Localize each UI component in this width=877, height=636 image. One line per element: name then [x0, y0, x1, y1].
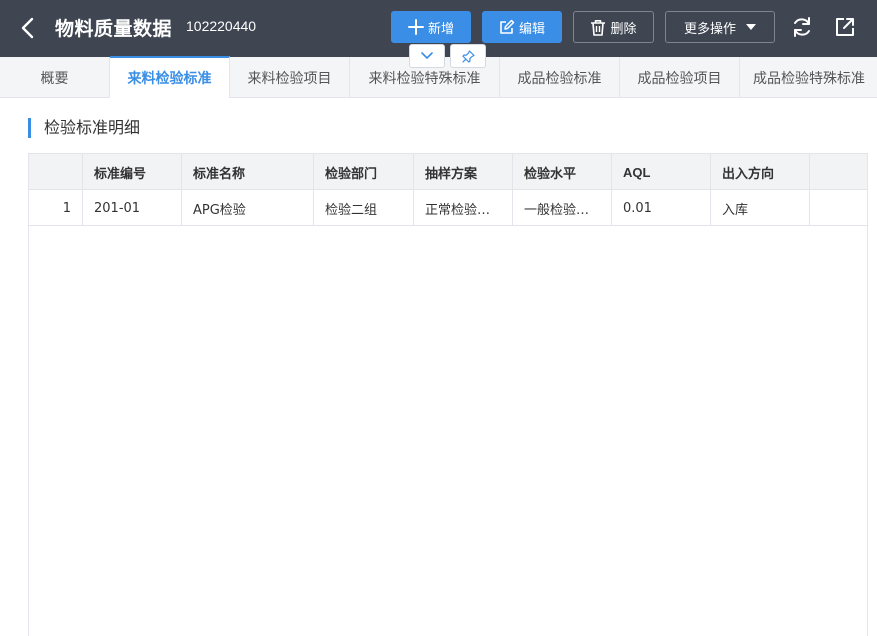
column-header[interactable]: AQL	[612, 154, 711, 190]
tab-incoming-inspection-items[interactable]: 来料检验项目	[230, 57, 350, 98]
more-actions-label: 更多操作	[683, 21, 736, 37]
inspection-standard-table: 标准编号 标准名称 检验部门 抽样方案 检验水平 AQL 出入方向 1 201-…	[28, 153, 868, 636]
chevron-down-icon	[421, 52, 433, 59]
back-icon[interactable]	[18, 16, 38, 40]
tab-finished-inspection-items[interactable]: 成品检验项目	[620, 57, 740, 98]
add-button[interactable]: 新增	[391, 11, 471, 43]
cell-aql: 0.01	[612, 190, 711, 226]
row-index: 1	[29, 190, 83, 226]
cell-inspection-level-text: 一般检验…	[524, 202, 590, 218]
tab-label: 来料检验项目	[247, 70, 332, 87]
column-header[interactable]: 标准名称	[182, 154, 314, 190]
collapse-toggle[interactable]	[409, 44, 445, 68]
column-header[interactable]: 标准编号	[83, 154, 182, 190]
export-icon[interactable]	[833, 15, 857, 39]
page-title: 物料质量数据	[55, 18, 173, 40]
pin-toggle[interactable]	[450, 44, 486, 68]
edit-button[interactable]: 编辑	[482, 11, 562, 43]
tab-label: 成品检验标准	[517, 70, 602, 87]
cell-standard-code: 201-01	[83, 190, 182, 226]
delete-button[interactable]: 删除	[573, 11, 654, 43]
caret-down-icon	[746, 24, 756, 30]
more-actions-dropdown[interactable]: 更多操作	[665, 11, 775, 43]
delete-button-label: 删除	[610, 21, 637, 37]
tab-label: 来料检验标准	[127, 71, 212, 87]
plus-icon	[407, 19, 424, 35]
tab-label: 成品检验项目	[637, 70, 722, 87]
section-title: 检验标准明细	[28, 118, 140, 138]
table-header: 标准编号 标准名称 检验部门 抽样方案 检验水平 AQL 出入方向	[29, 154, 867, 190]
tab-label: 来料检验特殊标准	[368, 70, 481, 87]
cell-sampling-plan-text: 正常检验…	[425, 202, 491, 218]
tab-label: 概要	[40, 70, 69, 87]
tab-overview[interactable]: 概要	[0, 57, 110, 98]
record-code: 102220440	[186, 18, 257, 34]
column-header[interactable]: 抽样方案	[414, 154, 513, 190]
tab-finished-inspection-standard[interactable]: 成品检验标准	[500, 57, 620, 98]
column-header-spacer	[810, 154, 867, 190]
tab-incoming-inspection-standard[interactable]: 来料检验标准	[110, 56, 230, 98]
refresh-icon[interactable]	[790, 15, 814, 39]
cell-direction: 入库	[711, 190, 810, 226]
index-header	[29, 154, 83, 190]
column-header[interactable]: 出入方向	[711, 154, 810, 190]
add-button-label: 新增	[427, 21, 454, 37]
edit-button-label: 编辑	[518, 21, 545, 37]
tab-finished-special-standard[interactable]: 成品检验特殊标准	[740, 57, 877, 98]
cell-spacer	[810, 190, 867, 226]
tab-label: 成品检验特殊标准	[753, 70, 865, 87]
edit-icon	[500, 19, 515, 34]
column-header[interactable]: 检验部门	[314, 154, 414, 190]
cell-sampling-plan: 正常检验…	[414, 190, 513, 226]
cell-inspection-level: 一般检验…	[513, 190, 612, 226]
column-header[interactable]: 检验水平	[513, 154, 612, 190]
table-row[interactable]: 1 201-01 APG检验 检验二组 正常检验… 一般检验… 0.01 入库	[29, 190, 867, 226]
trash-icon	[591, 19, 606, 36]
cell-standard-name: APG检验	[182, 190, 314, 226]
pin-icon	[461, 49, 475, 63]
cell-department: 检验二组	[314, 190, 414, 226]
